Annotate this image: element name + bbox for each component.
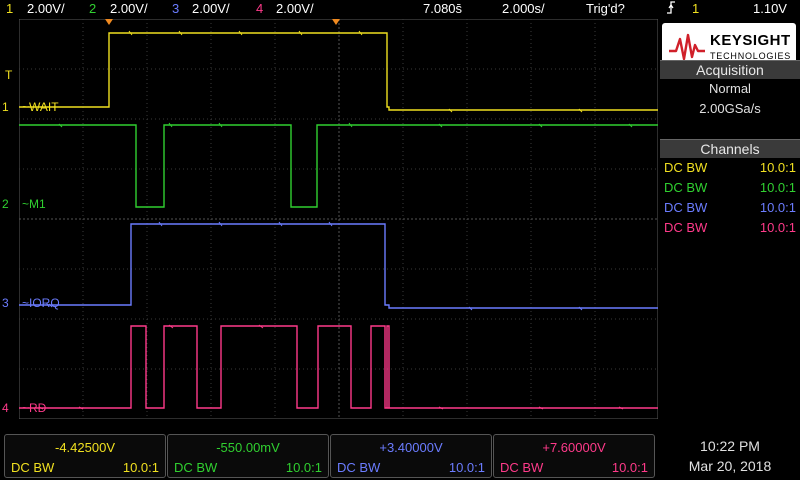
waveform-display[interactable]: T 1 ~WAIT 2 ~M1 3 ~IORQ 4 ~RD: [2, 19, 658, 419]
trigger-channel[interactable]: 1: [692, 1, 699, 16]
ch3-probe: 10.0:1: [448, 460, 485, 475]
channel-coupling: DC BW: [664, 200, 708, 215]
trigger-level[interactable]: 1.10V: [753, 1, 787, 16]
channel-row-3[interactable]: DC BW 10.0:1: [664, 200, 796, 219]
ch3-number[interactable]: 3: [172, 1, 179, 16]
ch3-offset: +3.40000V: [379, 440, 443, 455]
ch4-probe: 10.0:1: [611, 460, 648, 475]
sample-rate: 2.00GSa/s: [699, 101, 761, 116]
trigger-status: Trig'd?: [586, 1, 625, 16]
ch2-label: ~M1: [22, 197, 46, 211]
ch4-offset: +7.60000V: [542, 440, 606, 455]
ch1-coupling: DC BW: [11, 460, 55, 475]
ch3-label: ~IORQ: [22, 296, 60, 310]
ch2-number[interactable]: 2: [89, 1, 96, 16]
ch4-offset-cell[interactable]: +7.60000V DC BW 10.0:1: [493, 434, 655, 478]
ch3-ground-marker[interactable]: 3: [2, 296, 9, 310]
ch4-number[interactable]: 4: [256, 1, 263, 16]
ch4-ground-marker[interactable]: 4: [2, 401, 9, 415]
ch1-label: ~WAIT: [22, 100, 59, 114]
acquisition-header[interactable]: Acquisition: [660, 60, 800, 79]
ch3-scale[interactable]: 2.00V/: [192, 1, 230, 16]
brand-name: KEYSIGHT: [710, 32, 791, 49]
ch3-coupling: DC BW: [337, 460, 381, 475]
channel-coupling: DC BW: [664, 220, 708, 235]
ch2-scale[interactable]: 2.00V/: [110, 1, 148, 16]
side-panel: KEYSIGHT TECHNOLOGIES Acquisition Normal…: [660, 19, 800, 439]
channel-offset-bar: -4.42500V DC BW 10.0:1 -550.00mV DC BW 1…: [4, 434, 656, 478]
channel-row-2[interactable]: DC BW 10.0:1: [664, 180, 796, 199]
ch1-offset: -4.42500V: [55, 440, 115, 455]
channel-probe: 10.0:1: [759, 160, 796, 175]
ch4-coupling: DC BW: [500, 460, 544, 475]
ch2-offset-cell[interactable]: -550.00mV DC BW 10.0:1: [167, 434, 329, 478]
trigger-level-marker[interactable]: T: [5, 68, 12, 82]
channel-row-4[interactable]: DC BW 10.0:1: [664, 220, 796, 239]
ch1-probe: 10.0:1: [122, 460, 159, 475]
channel-row-1[interactable]: DC BW 10.0:1: [664, 160, 796, 179]
ch2-probe: 10.0:1: [285, 460, 322, 475]
channel-probe: 10.0:1: [759, 180, 796, 195]
ch1-ground-marker[interactable]: 1: [2, 100, 9, 114]
channel-coupling: DC BW: [664, 180, 708, 195]
clock-time: 10:22 PM: [700, 438, 760, 454]
ch1-number[interactable]: 1: [6, 1, 13, 16]
ch4-label: ~RD: [22, 401, 47, 415]
ch1-offset-cell[interactable]: -4.42500V DC BW 10.0:1: [4, 434, 166, 478]
date-time: 10:22 PM Mar 20, 2018: [660, 436, 800, 476]
status-bar: 1 2.00V/ 2 2.00V/ 3 2.00V/ 4 2.00V/ 7.08…: [0, 0, 800, 18]
ch1-scale[interactable]: 2.00V/: [27, 1, 65, 16]
ch2-coupling: DC BW: [174, 460, 218, 475]
rising-edge-icon[interactable]: [666, 1, 676, 17]
ch2-offset: -550.00mV: [216, 440, 280, 455]
channel-probe: 10.0:1: [759, 200, 796, 215]
channel-coupling: DC BW: [664, 160, 708, 175]
ch3-offset-cell[interactable]: +3.40000V DC BW 10.0:1: [330, 434, 492, 478]
ch2-ground-marker[interactable]: 2: [2, 197, 9, 211]
acquisition-mode: Normal: [709, 81, 751, 96]
keysight-wave-icon: [669, 33, 705, 61]
timebase[interactable]: 2.000s/: [502, 1, 545, 16]
graticule: [19, 19, 658, 419]
channel-probe: 10.0:1: [759, 220, 796, 235]
time-offset[interactable]: 7.080s̄: [423, 1, 462, 16]
ch4-scale[interactable]: 2.00V/: [276, 1, 314, 16]
channels-header[interactable]: Channels: [660, 139, 800, 158]
clock-date: Mar 20, 2018: [688, 458, 772, 474]
